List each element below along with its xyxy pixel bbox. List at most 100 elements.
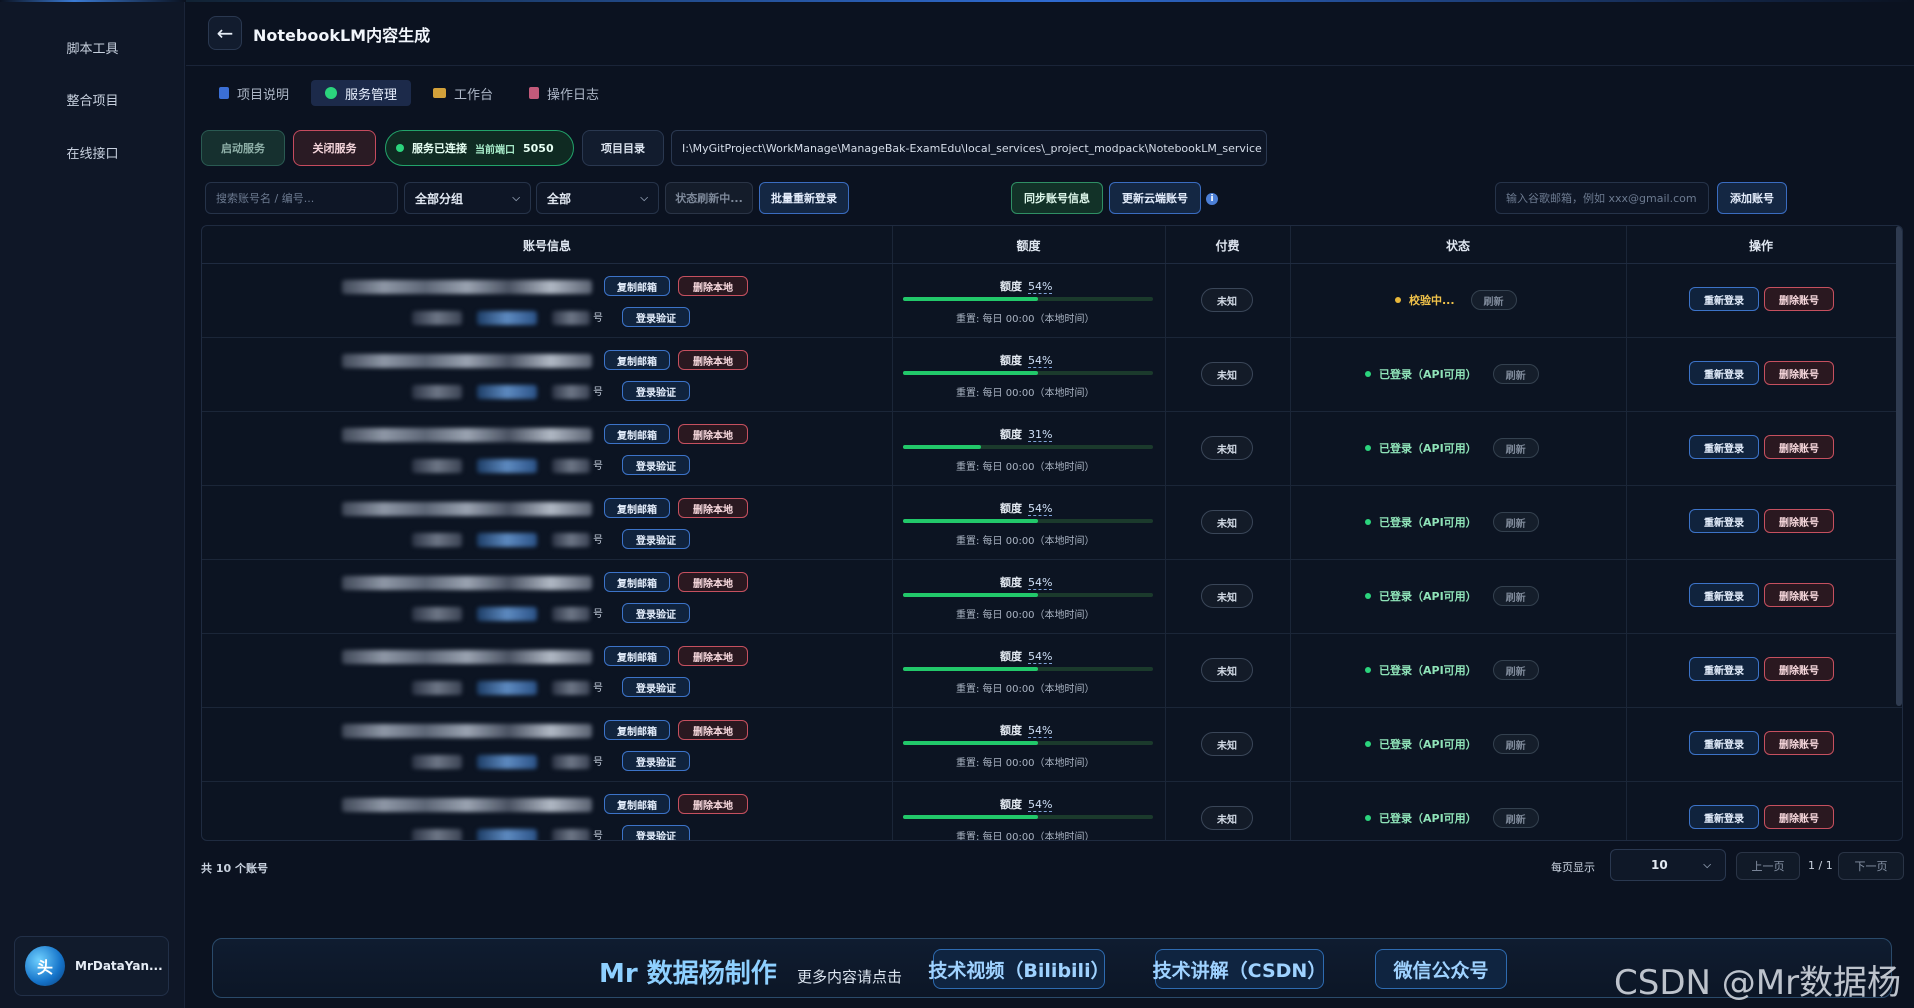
login-verify-button[interactable]: 登录验证 bbox=[622, 603, 690, 623]
tab-project-intro[interactable]: 项目说明 bbox=[205, 80, 303, 106]
search-input[interactable]: 搜索账号名 / 编号... bbox=[205, 182, 398, 214]
refresh-status-button[interactable]: 刷新 bbox=[1470, 290, 1517, 310]
copy-email-button[interactable]: 复制邮箱 bbox=[604, 794, 670, 814]
delete-local-button[interactable]: 删除本地 bbox=[678, 646, 748, 666]
status-text: 已登录（API可用） bbox=[1379, 664, 1477, 677]
user-card[interactable]: 头 MrDataYan... bbox=[14, 936, 169, 996]
delete-local-button[interactable]: 删除本地 bbox=[678, 276, 748, 296]
status-select-value: 全部 bbox=[547, 191, 572, 206]
tab-workbench[interactable]: 工作台 bbox=[419, 80, 507, 106]
status-text: 已登录（API可用） bbox=[1379, 738, 1477, 751]
relogin-button[interactable]: 重新登录 bbox=[1689, 287, 1759, 311]
copy-email-button[interactable]: 复制邮箱 bbox=[604, 646, 670, 666]
add-account-button[interactable]: 添加账号 bbox=[1717, 182, 1787, 214]
project-directory-button[interactable]: 项目目录 bbox=[582, 130, 664, 166]
add-email-input[interactable]: 输入谷歌邮箱，例如 xxx@gmail.com bbox=[1495, 182, 1709, 214]
tab-service-management[interactable]: 服务管理 bbox=[311, 80, 412, 106]
delete-account-button[interactable]: 删除账号 bbox=[1764, 509, 1834, 533]
delete-local-button[interactable]: 删除本地 bbox=[678, 572, 748, 592]
prev-page-button[interactable]: 上一页 bbox=[1736, 852, 1800, 880]
delete-account-button[interactable]: 删除账号 bbox=[1764, 361, 1834, 385]
chevron-down-icon: ⌵ bbox=[512, 192, 520, 204]
quota-progress-bar bbox=[903, 815, 1153, 819]
quota-progress-fill bbox=[903, 667, 1038, 671]
wechat-link[interactable]: 微信公众号 bbox=[1375, 949, 1507, 989]
per-page-select[interactable]: 10 ⌵ bbox=[1610, 849, 1726, 881]
status-select[interactable]: 全部 ⌵ bbox=[536, 182, 659, 214]
relogin-button[interactable]: 重新登录 bbox=[1689, 583, 1759, 607]
status-refreshing-button[interactable]: 状态刷新中... bbox=[665, 182, 753, 214]
copy-email-button[interactable]: 复制邮箱 bbox=[604, 572, 670, 592]
redacted-tag bbox=[477, 829, 537, 840]
redacted-tag bbox=[412, 829, 462, 840]
next-page-button[interactable]: 下一页 bbox=[1838, 852, 1904, 880]
delete-local-button[interactable]: 删除本地 bbox=[678, 350, 748, 370]
refresh-status-button[interactable]: 刷新 bbox=[1492, 734, 1539, 754]
truncated-tag-text: 号 bbox=[593, 535, 603, 546]
relogin-button[interactable]: 重新登录 bbox=[1689, 435, 1759, 459]
sync-account-info-button[interactable]: 同步账号信息 bbox=[1011, 182, 1103, 214]
refresh-status-button[interactable]: 刷新 bbox=[1492, 586, 1539, 606]
delete-account-button[interactable]: 删除账号 bbox=[1764, 583, 1834, 607]
login-verify-button[interactable]: 登录验证 bbox=[622, 381, 690, 401]
header-account-info: 账号信息 bbox=[522, 238, 571, 253]
redacted-account-name bbox=[342, 650, 592, 664]
batch-relogin-button[interactable]: 批量重新登录 bbox=[759, 182, 849, 214]
sidebar-item-script-tools[interactable]: 脚本工具 bbox=[0, 38, 185, 57]
delete-local-button[interactable]: 删除本地 bbox=[678, 720, 748, 740]
accounts-table: 账号信息 额度 付费 状态 操作 号 复制邮箱 删除本地 登录验证 额度 54% … bbox=[201, 225, 1903, 841]
login-verify-button[interactable]: 登录验证 bbox=[622, 529, 690, 549]
bilibili-link[interactable]: 技术视频（Bilibili） bbox=[928, 949, 1110, 989]
relogin-button[interactable]: 重新登录 bbox=[1689, 361, 1759, 385]
login-verify-button[interactable]: 登录验证 bbox=[622, 307, 690, 327]
quota-reset-text: 重置: 每日 00:00（本地时间） bbox=[956, 832, 1095, 841]
project-path-field[interactable]: I:\MyGitProject\WorkManage\ManageBak-Exa… bbox=[671, 130, 1267, 166]
relogin-button[interactable]: 重新登录 bbox=[1689, 657, 1759, 681]
service-status-badge: 服务已连接 当前端口 5050 bbox=[385, 130, 574, 166]
copy-email-button[interactable]: 复制邮箱 bbox=[604, 720, 670, 740]
delete-account-button[interactable]: 删除账号 bbox=[1764, 287, 1834, 311]
table-scrollbar[interactable] bbox=[1896, 226, 1902, 706]
relogin-button[interactable]: 重新登录 bbox=[1689, 731, 1759, 755]
refresh-status-button[interactable]: 刷新 bbox=[1492, 808, 1539, 828]
start-service-button[interactable]: 启动服务 bbox=[201, 130, 285, 166]
redacted-tag bbox=[412, 755, 462, 769]
tab-operation-log[interactable]: 操作日志 bbox=[515, 80, 613, 106]
sidebar-item-integrated-projects[interactable]: 整合项目 bbox=[0, 90, 185, 109]
redacted-tag bbox=[477, 607, 537, 621]
refresh-status-button[interactable]: 刷新 bbox=[1492, 364, 1539, 384]
login-verify-button[interactable]: 登录验证 bbox=[622, 455, 690, 475]
header-actions: 操作 bbox=[1748, 238, 1773, 253]
copy-email-button[interactable]: 复制邮箱 bbox=[604, 350, 670, 370]
csdn-link[interactable]: 技术讲解（CSDN） bbox=[1153, 949, 1326, 989]
copy-email-button[interactable]: 复制邮箱 bbox=[604, 498, 670, 518]
delete-account-button[interactable]: 删除账号 bbox=[1764, 731, 1834, 755]
refresh-status-button[interactable]: 刷新 bbox=[1492, 512, 1539, 532]
delete-account-button[interactable]: 删除账号 bbox=[1764, 657, 1834, 681]
login-verify-button[interactable]: 登录验证 bbox=[622, 825, 690, 840]
refresh-status-button[interactable]: 刷新 bbox=[1492, 660, 1539, 680]
refresh-status-button[interactable]: 刷新 bbox=[1492, 438, 1539, 458]
stop-service-button[interactable]: 关闭服务 bbox=[293, 130, 376, 166]
login-verify-button[interactable]: 登录验证 bbox=[622, 751, 690, 771]
delete-account-button[interactable]: 删除账号 bbox=[1764, 435, 1834, 459]
copy-email-button[interactable]: 复制邮箱 bbox=[604, 424, 670, 444]
quota-percent: 54% bbox=[1028, 724, 1053, 738]
relogin-button[interactable]: 重新登录 bbox=[1689, 805, 1759, 829]
copy-email-button[interactable]: 复制邮箱 bbox=[604, 276, 670, 296]
login-verify-button[interactable]: 登录验证 bbox=[622, 677, 690, 697]
delete-local-button[interactable]: 删除本地 bbox=[678, 794, 748, 814]
sidebar-item-online-api[interactable]: 在线接口 bbox=[0, 143, 185, 162]
relogin-button[interactable]: 重新登录 bbox=[1689, 509, 1759, 533]
avatar: 头 bbox=[25, 946, 65, 986]
info-icon[interactable]: i bbox=[1206, 193, 1218, 205]
delete-local-button[interactable]: 删除本地 bbox=[678, 424, 748, 444]
back-button[interactable]: ← bbox=[208, 16, 242, 50]
truncated-tag-text: 号 bbox=[593, 757, 603, 768]
quota-label: 额度 54% bbox=[1000, 502, 1053, 516]
delete-account-button[interactable]: 删除账号 bbox=[1764, 805, 1834, 829]
delete-local-button[interactable]: 删除本地 bbox=[678, 498, 748, 518]
chevron-down-icon: ⌵ bbox=[640, 192, 648, 204]
group-select[interactable]: 全部分组 ⌵ bbox=[404, 182, 531, 214]
update-cloud-accounts-button[interactable]: 更新云端账号 bbox=[1109, 182, 1201, 214]
